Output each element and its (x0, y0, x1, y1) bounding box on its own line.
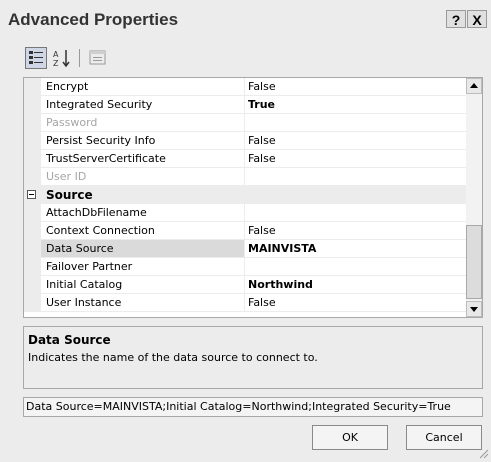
property-value[interactable] (245, 168, 466, 186)
property-value[interactable]: False (245, 294, 466, 312)
description-title: Data Source (28, 333, 111, 347)
property-name: User Instance (41, 294, 245, 312)
property-value[interactable]: False (245, 78, 466, 96)
arrow-up-icon (470, 83, 478, 88)
property-name: Initial Catalog (41, 276, 245, 294)
property-value[interactable]: True (245, 96, 466, 114)
sort-alphabetical-icon: A Z (53, 50, 70, 68)
property-name: Password (41, 114, 245, 132)
advanced-properties-dialog: Advanced Properties ? X A Z Encrypt Fals… (0, 0, 491, 462)
alphabetical-button[interactable]: A Z (51, 47, 73, 69)
vertical-scrollbar[interactable] (466, 78, 482, 317)
property-name: AttachDbFilename (41, 204, 245, 222)
scroll-up-button[interactable] (466, 78, 482, 94)
property-row-trust-server-certificate[interactable]: TrustServerCertificate False (24, 150, 466, 168)
resize-grip-icon[interactable] (477, 447, 489, 459)
property-row-encrypt[interactable]: Encrypt False (24, 78, 466, 96)
category-row-source[interactable]: Source (24, 186, 466, 204)
property-value[interactable] (245, 114, 466, 132)
category-label: Source (41, 186, 245, 204)
property-name: Failover Partner (41, 258, 245, 276)
property-row-data-source[interactable]: Data Source MAINVISTA (24, 240, 466, 258)
property-value[interactable]: MAINVISTA (245, 240, 466, 258)
arrow-down-icon (470, 307, 478, 312)
connection-string-field[interactable]: Data Source=MAINVISTA;Initial Catalog=No… (23, 397, 483, 417)
ok-button[interactable]: OK (312, 425, 388, 450)
property-row-context-connection[interactable]: Context Connection False (24, 222, 466, 240)
property-row-attach-db-filename[interactable]: AttachDbFilename (24, 204, 466, 222)
categorized-button[interactable] (25, 47, 47, 69)
property-value[interactable]: Northwind (245, 276, 466, 294)
property-value[interactable] (245, 204, 466, 222)
property-name: Integrated Security (41, 96, 245, 114)
window-title: Advanced Properties (8, 10, 179, 29)
close-button[interactable]: X (467, 10, 487, 28)
property-value[interactable] (245, 258, 466, 276)
property-row-user-instance[interactable]: User Instance False (24, 294, 466, 312)
svg-text:A: A (53, 50, 59, 59)
toolbar-separator (79, 49, 80, 67)
property-name: User ID (41, 168, 245, 186)
property-name: Persist Security Info (41, 132, 245, 150)
property-row-initial-catalog[interactable]: Initial Catalog Northwind (24, 276, 466, 294)
property-name: Encrypt (41, 78, 245, 96)
cancel-button[interactable]: Cancel (406, 425, 482, 450)
property-row-failover-partner[interactable]: Failover Partner (24, 258, 466, 276)
svg-text:Z: Z (53, 59, 59, 68)
property-value[interactable]: False (245, 150, 466, 168)
title-bar: Advanced Properties ? X (0, 0, 491, 38)
property-row-user-id[interactable]: User ID (24, 168, 466, 186)
property-pages-icon (89, 50, 106, 65)
property-row-integrated-security[interactable]: Integrated Security True (24, 96, 466, 114)
property-grid: Encrypt False Integrated Security True P… (23, 77, 483, 318)
property-name: TrustServerCertificate (41, 150, 245, 168)
property-grid-toolbar: A Z (25, 47, 112, 71)
property-name: Data Source (41, 240, 245, 258)
property-row-persist-security-info[interactable]: Persist Security Info False (24, 132, 466, 150)
property-value[interactable]: False (245, 222, 466, 240)
property-value[interactable]: False (245, 132, 466, 150)
description-text: Indicates the name of the data source to… (28, 351, 318, 364)
help-button[interactable]: ? (446, 10, 466, 28)
scroll-down-button[interactable] (466, 301, 482, 317)
category-value (245, 186, 466, 204)
collapse-minus-icon[interactable] (27, 190, 36, 199)
property-name: Context Connection (41, 222, 245, 240)
categorized-icon (29, 51, 43, 64)
scrollbar-thumb[interactable] (466, 225, 482, 299)
property-row-password[interactable]: Password (24, 114, 466, 132)
description-panel: Data Source Indicates the name of the da… (23, 326, 483, 389)
property-pages-button[interactable] (87, 47, 109, 69)
